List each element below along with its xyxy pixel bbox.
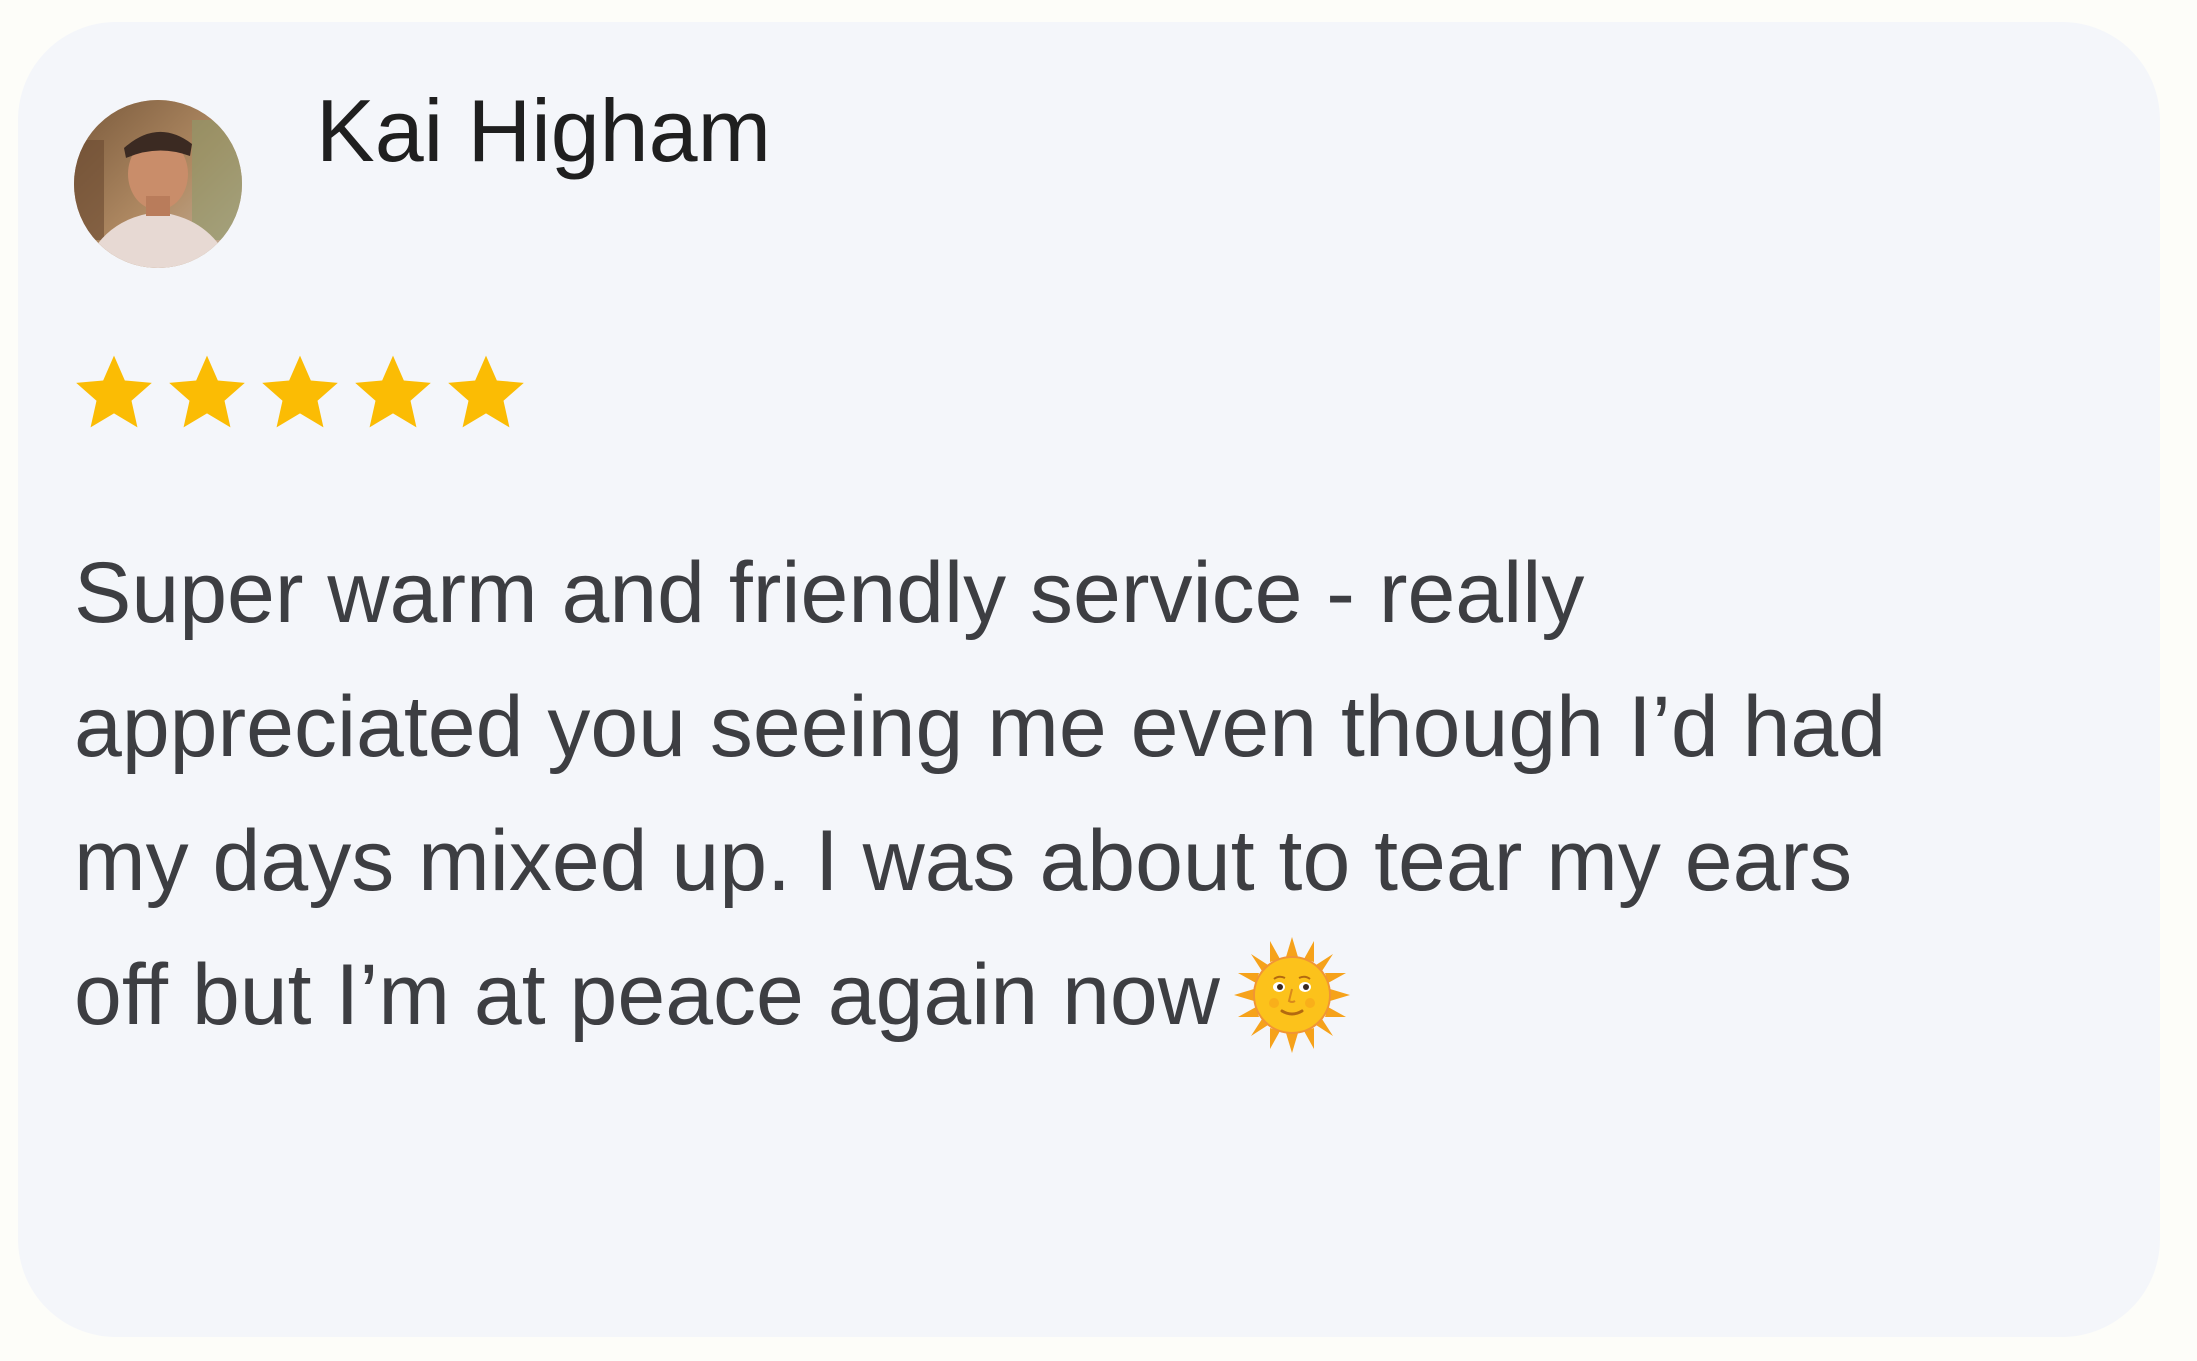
star-icon bbox=[444, 350, 528, 434]
avatar[interactable] bbox=[74, 100, 242, 268]
review-text-line: my days mixed up. I was about to tear my… bbox=[74, 813, 1853, 909]
reviewer-name[interactable]: Kai Higham bbox=[316, 78, 771, 184]
sun-with-face-icon bbox=[1232, 935, 1352, 1055]
star-icon bbox=[72, 350, 156, 434]
review-text: Super warm and friendly service - really… bbox=[74, 526, 2134, 1062]
review-text-last-line: off but I’m at peace again now bbox=[74, 928, 2134, 1062]
review-text-line: Super warm and friendly service - really bbox=[74, 545, 1585, 641]
reviewer-photo bbox=[74, 100, 242, 268]
star-icon bbox=[351, 350, 435, 434]
star-rating bbox=[72, 350, 528, 434]
review-card: Kai Higham Super warm and friendly servi… bbox=[18, 22, 2160, 1337]
review-text-line: off but I’m at peace again now bbox=[74, 947, 1220, 1043]
review-text-line: appreciated you seeing me even though I’… bbox=[74, 679, 1887, 775]
star-icon bbox=[258, 350, 342, 434]
star-icon bbox=[165, 350, 249, 434]
